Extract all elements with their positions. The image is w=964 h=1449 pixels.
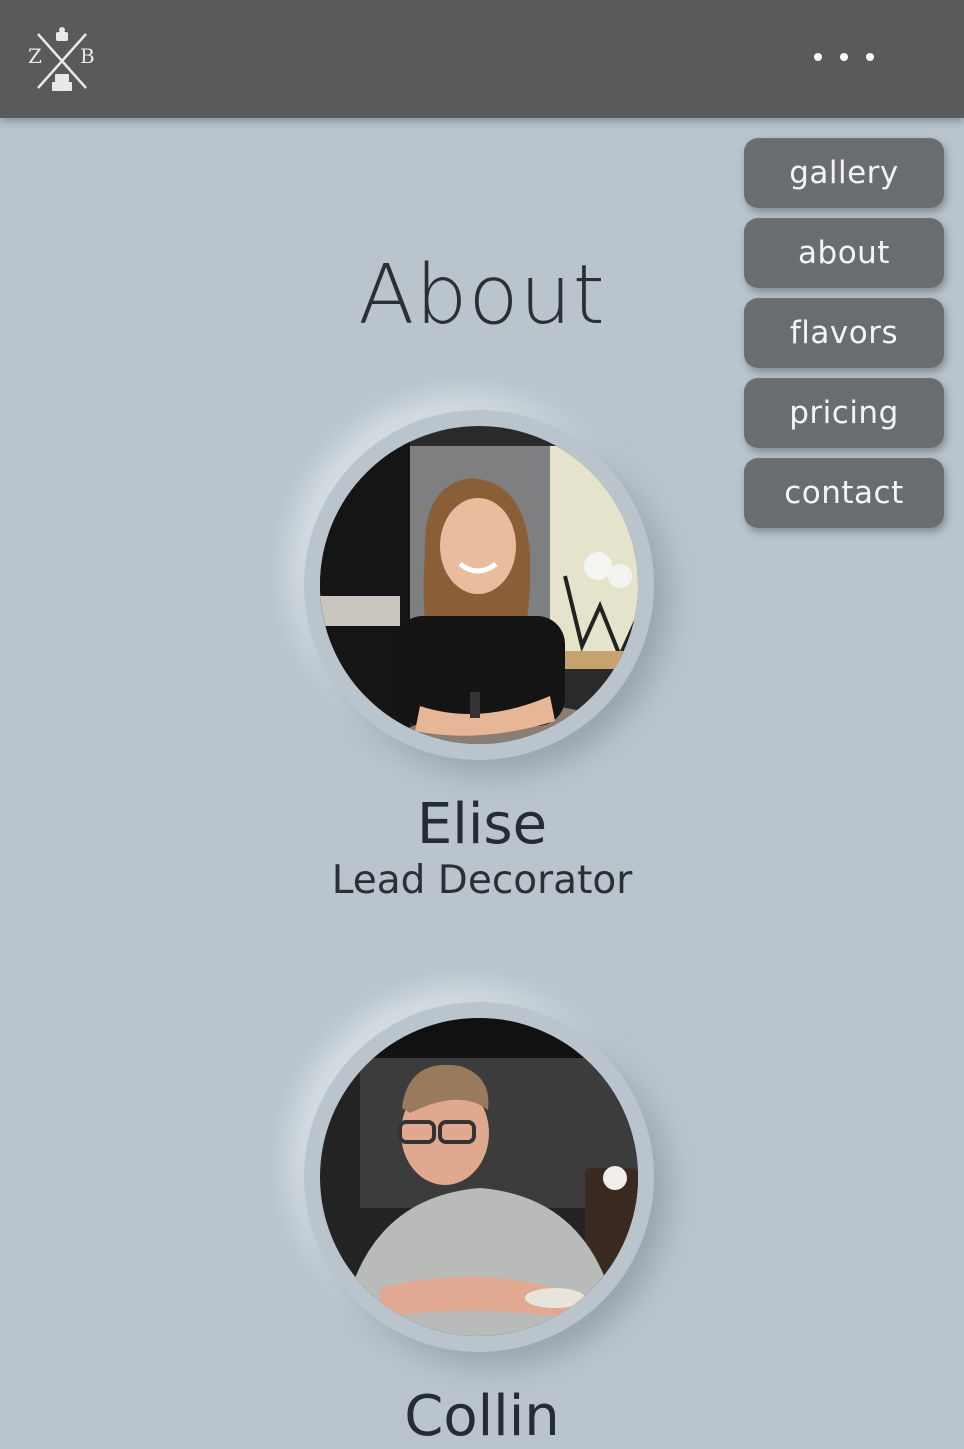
dropdown-nav-menu: gallery about flavors pricing contact [744,138,944,538]
ellipsis-menu-icon[interactable] [806,40,882,74]
team-member-photo-frame [304,410,654,760]
nav-item-gallery[interactable]: gallery [744,138,944,208]
site-header: Z B [0,0,964,118]
nav-item-about[interactable]: about [744,218,944,288]
nav-item-pricing[interactable]: pricing [744,378,944,448]
team-member-name: Collin [404,1384,560,1449]
logo-letter-z: Z [28,44,42,68]
portrait-photo-collin [320,1018,638,1336]
portrait-photo-elise [320,426,638,744]
menu-dot [814,53,822,61]
team-member-photo-frame [304,1002,654,1352]
menu-dot [866,53,874,61]
nav-item-contact[interactable]: contact [744,458,944,528]
site-logo[interactable]: Z B [26,24,98,94]
menu-dot [840,53,848,61]
logo-letter-b: B [80,44,95,68]
nav-item-flavors[interactable]: flavors [744,298,944,368]
team-member-role: Lead Decorator [331,858,633,903]
team-member-name: Elise [416,792,548,857]
